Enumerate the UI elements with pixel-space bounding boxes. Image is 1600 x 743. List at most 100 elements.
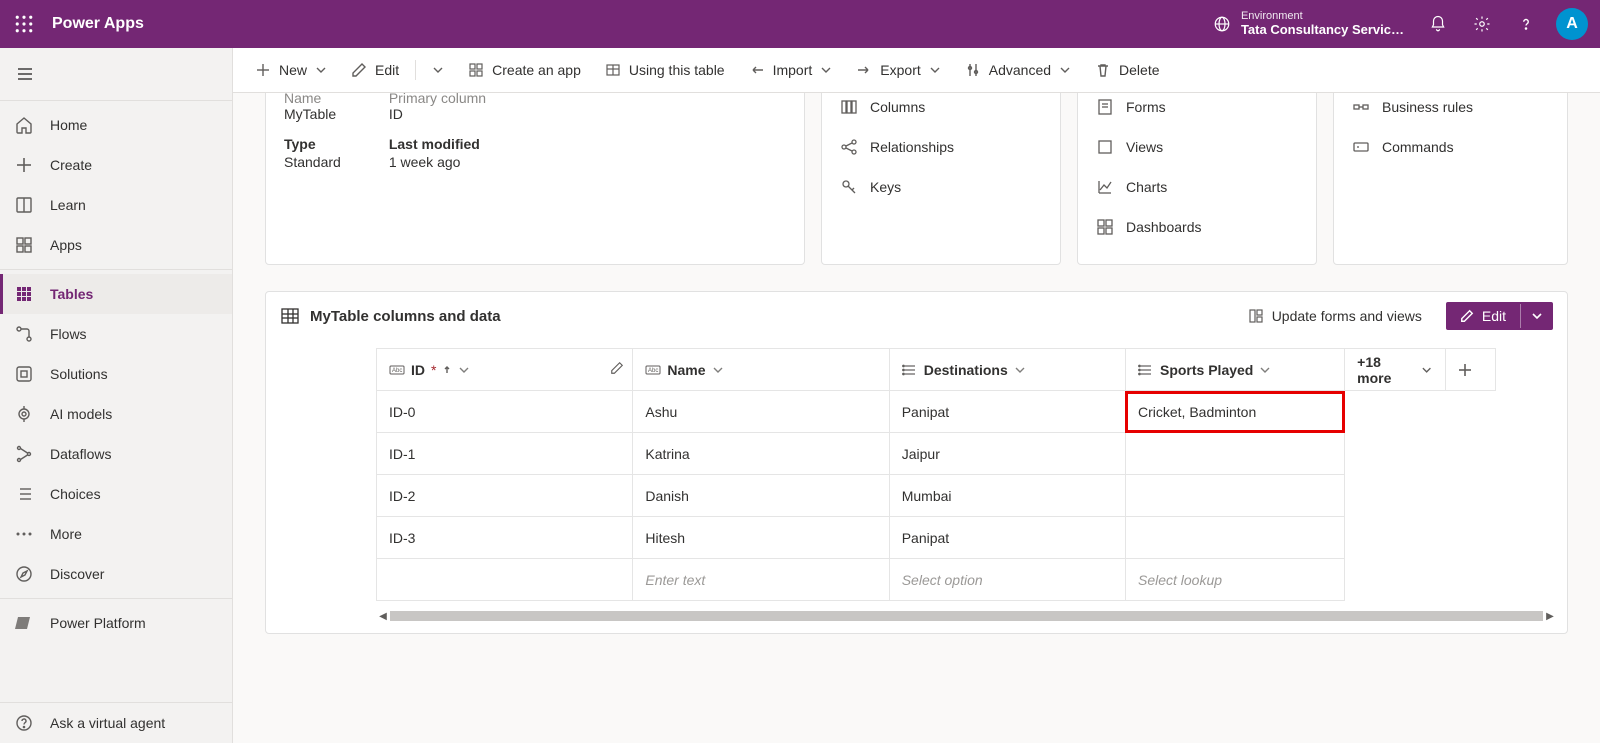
environment-name: Tata Consultancy Servic… [1241,23,1404,38]
nav-choices[interactable]: Choices [0,474,232,514]
link-keys[interactable]: Keys [840,168,1042,206]
account-avatar[interactable]: A [1556,8,1588,40]
prop-type-label: Type [284,136,341,152]
nav-collapse-button[interactable] [0,52,232,96]
cmd-delete[interactable]: Delete [1085,56,1169,84]
notifications-button[interactable] [1416,0,1460,48]
nav-ask-agent[interactable]: Ask a virtual agent [0,703,232,743]
column-header-name[interactable]: AbcName [633,349,889,391]
customize-links-card: Business rules Commands [1333,93,1568,265]
cell-id[interactable]: ID-1 [377,433,633,475]
chevron-down-icon [315,64,327,76]
rules-icon [1352,98,1370,116]
cell-name[interactable]: Danish [633,475,889,517]
cmd-export[interactable]: Export [846,56,950,84]
cell-name-new[interactable]: Enter text [633,559,889,601]
nav-ai-models[interactable]: AI models [0,394,232,434]
cell-sports-highlighted[interactable]: Cricket, Badminton [1125,391,1344,433]
nav-home[interactable]: Home [0,105,232,145]
link-dashboards[interactable]: Dashboards [1096,208,1298,246]
nav-discover[interactable]: Discover [0,554,232,594]
cell-id[interactable]: ID-0 [377,391,633,433]
column-header-id[interactable]: AbcID* [377,349,633,391]
settings-button[interactable] [1460,0,1504,48]
cell-id[interactable]: ID-3 [377,517,633,559]
environment-picker[interactable]: Environment Tata Consultancy Servic… [1213,10,1404,38]
column-header-sports[interactable]: Sports Played [1125,349,1344,391]
nav-flows[interactable]: Flows [0,314,232,354]
grid-edit-button[interactable]: Edit [1446,302,1520,330]
grid-edit-dropdown[interactable] [1520,304,1553,328]
column-header-destinations[interactable]: Destinations [889,349,1125,391]
cell-destinations-new[interactable]: Select option [889,559,1125,601]
sliders-icon [965,62,981,78]
nav-power-platform[interactable]: Power Platform [0,603,232,643]
link-commands[interactable]: Commands [1352,128,1549,166]
more-columns-button[interactable]: +18 more [1345,349,1446,391]
link-business-rules[interactable]: Business rules [1352,93,1549,126]
cmd-advanced[interactable]: Advanced [955,56,1081,84]
add-column-button[interactable] [1445,349,1495,391]
horizontal-scrollbar[interactable]: ◀ ▶ [376,609,1557,623]
nav-dataflows[interactable]: Dataflows [0,434,232,474]
cell-name[interactable]: Katrina [633,433,889,475]
cell-destinations[interactable]: Panipat [889,391,1125,433]
nav-learn[interactable]: Learn [0,185,232,225]
link-forms[interactable]: Forms [1096,93,1298,126]
app-launcher-button[interactable] [0,0,48,48]
cell-sports[interactable] [1125,517,1344,559]
link-relationships[interactable]: Relationships [840,128,1042,166]
link-columns[interactable]: Columns [840,93,1042,126]
nav-apps[interactable]: Apps [0,225,232,265]
sort-asc-icon [442,365,452,375]
global-header: Power Apps Environment Tata Consultancy … [0,0,1600,48]
table-row: ID-0 Ashu Panipat Cricket, Badminton [377,391,1496,433]
chevron-down-icon [1059,64,1071,76]
cell-name[interactable]: Hitesh [633,517,889,559]
command-bar: New Edit Create an app Using this table … [233,48,1600,93]
nav-create[interactable]: Create [0,145,232,185]
cell-sports[interactable] [1125,475,1344,517]
cmd-using-table[interactable]: Using this table [595,56,735,84]
cell-destinations[interactable]: Jaipur [889,433,1125,475]
flows-icon [14,324,34,344]
cell-sports-new[interactable]: Select lookup [1125,559,1344,601]
cell-destinations[interactable]: Mumbai [889,475,1125,517]
cmd-create-app[interactable]: Create an app [458,56,591,84]
nav-solutions[interactable]: Solutions [0,354,232,394]
edit-column-icon[interactable] [610,361,624,375]
view-icon [1096,138,1114,156]
cmd-edit-dropdown[interactable] [422,58,454,82]
prop-primary-value: ID [389,106,486,122]
cell-destinations[interactable]: Panipat [889,517,1125,559]
cmd-new[interactable]: New [245,56,337,84]
update-forms-views-button[interactable]: Update forms and views [1236,302,1434,330]
nav-more[interactable]: More [0,514,232,554]
home-icon [14,115,34,135]
cell-id-new[interactable] [377,559,633,601]
cell-name[interactable]: Ashu [633,391,889,433]
scroll-right-arrow[interactable]: ▶ [1543,609,1557,623]
nav-label: Choices [50,486,101,502]
nav-label: Create [50,157,92,173]
more-icon [14,524,34,544]
form-icon [1096,98,1114,116]
cmd-edit[interactable]: Edit [341,56,409,84]
prop-modified-label: Last modified [389,136,486,152]
cmd-import[interactable]: Import [739,56,843,84]
panel-icon [1248,308,1264,324]
app-icon [468,62,484,78]
link-charts[interactable]: Charts [1096,168,1298,206]
cell-sports[interactable] [1125,433,1344,475]
cell-id[interactable]: ID-2 [377,475,633,517]
link-views[interactable]: Views [1096,128,1298,166]
plus-icon [1458,363,1472,377]
scroll-track[interactable] [390,611,1543,621]
nav-tables[interactable]: Tables [0,274,232,314]
help-button[interactable] [1504,0,1548,48]
columns-icon [840,98,858,116]
new-row: Enter text Select option Select lookup [377,559,1496,601]
prop-modified-value: 1 week ago [389,154,486,170]
chevron-down-icon [820,64,832,76]
scroll-left-arrow[interactable]: ◀ [376,609,390,623]
